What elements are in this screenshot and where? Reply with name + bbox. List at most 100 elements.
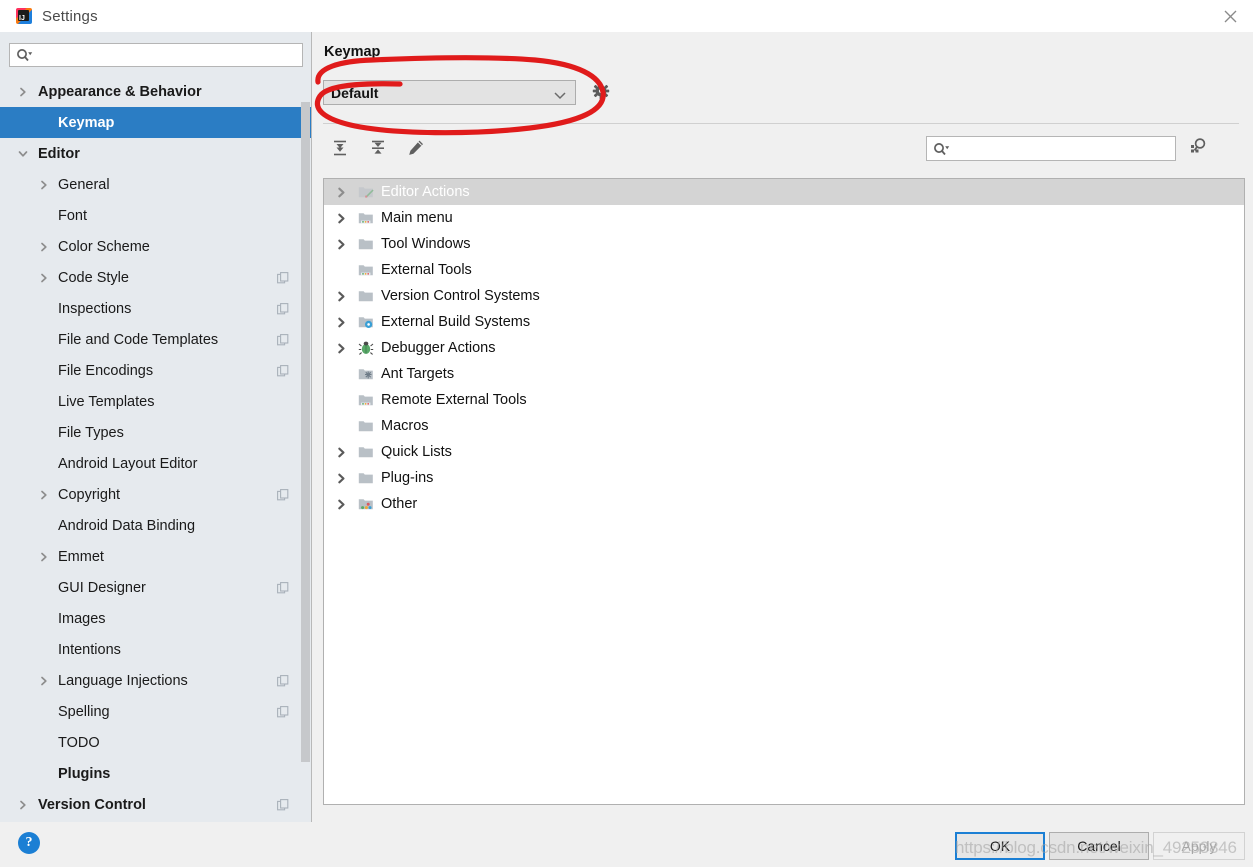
chevron-right-icon[interactable] — [334, 237, 348, 251]
copy-settings-icon[interactable] — [277, 488, 289, 501]
keymap-settings-gear-button[interactable] — [590, 82, 612, 104]
edit-shortcut-button[interactable] — [403, 137, 429, 163]
chevron-right-icon[interactable] — [334, 289, 348, 303]
sidebar-item-general[interactable]: General — [0, 169, 311, 200]
keymap-toolbar — [327, 135, 429, 165]
chevron-down-icon[interactable] — [16, 147, 30, 161]
sidebar-scrollbar[interactable] — [301, 76, 310, 822]
sidebar-item-emmet[interactable]: Emmet — [0, 541, 311, 572]
sidebar-item-images[interactable]: Images — [0, 603, 311, 634]
sidebar-item-code-style[interactable]: Code Style — [0, 262, 311, 293]
tree-row[interactable]: Remote External Tools — [324, 387, 1244, 413]
sidebar-item-live-templates[interactable]: Live Templates — [0, 386, 311, 417]
sidebar-search-input[interactable] — [33, 45, 302, 65]
chevron-right-icon[interactable] — [37, 674, 51, 688]
sidebar-search-field[interactable] — [9, 43, 303, 67]
chevron-right-icon[interactable] — [37, 488, 51, 502]
tree-row[interactable]: Version Control Systems — [324, 283, 1244, 309]
keymap-profile-value: Default — [331, 84, 379, 101]
chevron-right-icon[interactable] — [334, 315, 348, 329]
sidebar-item-file-encodings[interactable]: File Encodings — [0, 355, 311, 386]
chevron-right-icon[interactable] — [37, 240, 51, 254]
sidebar-item-inspections[interactable]: Inspections — [0, 293, 311, 324]
chevron-right-icon[interactable] — [37, 550, 51, 564]
folder-editor-icon — [358, 184, 374, 200]
sidebar-item-label: Android Layout Editor — [58, 455, 198, 472]
sidebar-item-spelling[interactable]: Spelling — [0, 696, 311, 727]
chevron-right-icon[interactable] — [16, 85, 30, 99]
cancel-button[interactable]: Cancel — [1049, 832, 1149, 860]
sidebar-item-editor[interactable]: Editor — [0, 138, 311, 169]
expand-all-button[interactable] — [327, 137, 353, 163]
sidebar-item-label: Live Templates — [58, 393, 155, 410]
folder-icon — [358, 444, 374, 460]
sidebar-item-language-injections[interactable]: Language Injections — [0, 665, 311, 696]
sidebar-item-file-types[interactable]: File Types — [0, 417, 311, 448]
tree-row[interactable]: Quick Lists — [324, 439, 1244, 465]
sidebar-item-color-scheme[interactable]: Color Scheme — [0, 231, 311, 262]
tree-row[interactable]: Other — [324, 491, 1244, 517]
help-button[interactable]: ? — [18, 832, 40, 854]
tree-row[interactable]: Ant Targets — [324, 361, 1244, 387]
close-icon[interactable] — [1207, 0, 1253, 32]
tree-row[interactable]: Debugger Actions — [324, 335, 1244, 361]
copy-settings-icon[interactable] — [277, 364, 289, 377]
sidebar-item-label: Plugins — [58, 765, 111, 782]
sidebar-item-plugins[interactable]: Plugins — [0, 758, 311, 789]
sidebar-item-android-data-binding[interactable]: Android Data Binding — [0, 510, 311, 541]
chevron-down-icon — [553, 87, 567, 105]
keymap-action-tree: Editor Actions Main menu Tool Windows Exter… — [323, 178, 1245, 805]
chevron-right-icon[interactable] — [334, 185, 348, 199]
sidebar-item-android-layout-editor[interactable]: Android Layout Editor — [0, 448, 311, 479]
tree-row[interactable]: Plug-ins — [324, 465, 1244, 491]
keymap-search-field[interactable] — [926, 136, 1176, 161]
tree-row[interactable]: Main menu — [324, 205, 1244, 231]
sidebar-item-label: Editor — [38, 145, 80, 162]
keymap-search-input[interactable] — [950, 138, 1175, 159]
chevron-right-icon[interactable] — [334, 341, 348, 355]
tree-row[interactable]: Macros — [324, 413, 1244, 439]
chevron-right-icon[interactable] — [37, 271, 51, 285]
tree-row-label: Remote External Tools — [381, 392, 527, 408]
copy-settings-icon[interactable] — [277, 581, 289, 594]
sidebar-item-version-control[interactable]: Version Control — [0, 789, 311, 820]
sidebar-item-gui-designer[interactable]: GUI Designer — [0, 572, 311, 603]
keymap-profile-select[interactable]: Default — [323, 80, 576, 105]
chevron-right-icon[interactable] — [37, 178, 51, 192]
sidebar-item-copyright[interactable]: Copyright — [0, 479, 311, 510]
sidebar-item-intentions[interactable]: Intentions — [0, 634, 311, 665]
chevron-right-icon[interactable] — [334, 211, 348, 225]
sidebar-item-label: Intentions — [58, 641, 121, 658]
ok-button[interactable]: OK — [955, 832, 1045, 860]
tree-row[interactable]: Tool Windows — [324, 231, 1244, 257]
sidebar-item-todo[interactable]: TODO — [0, 727, 311, 758]
chevron-right-icon[interactable] — [334, 471, 348, 485]
tree-row[interactable]: External Build Systems — [324, 309, 1244, 335]
apply-button[interactable]: Apply — [1153, 832, 1245, 860]
sidebar-item-appearance-behavior[interactable]: Appearance & Behavior — [0, 76, 311, 107]
copy-settings-icon[interactable] — [277, 798, 289, 811]
sidebar-item-label: Version Control — [38, 796, 146, 813]
copy-settings-icon[interactable] — [277, 705, 289, 718]
collapse-all-button[interactable] — [365, 137, 391, 163]
copy-settings-icon[interactable] — [277, 333, 289, 346]
sidebar-item-label: File Types — [58, 424, 124, 441]
sidebar-item-file-and-code-templates[interactable]: File and Code Templates — [0, 324, 311, 355]
sidebar-item-label: Color Scheme — [58, 238, 150, 255]
chevron-right-icon[interactable] — [16, 798, 30, 812]
copy-settings-icon[interactable] — [277, 674, 289, 687]
chevron-right-icon[interactable] — [334, 445, 348, 459]
tree-row[interactable]: Editor Actions — [324, 179, 1244, 205]
gear-icon — [592, 82, 610, 105]
tree-row-label: Quick Lists — [381, 444, 452, 460]
sidebar-scrollbar-thumb[interactable] — [301, 102, 310, 762]
sidebar-item-font[interactable]: Font — [0, 200, 311, 231]
copy-settings-icon[interactable] — [277, 271, 289, 284]
sidebar-item-keymap[interactable]: Keymap — [0, 107, 311, 138]
chevron-right-icon[interactable] — [334, 497, 348, 511]
find-by-shortcut-button[interactable] — [1186, 136, 1210, 160]
folder-dots-icon — [358, 496, 374, 512]
copy-settings-icon[interactable] — [277, 302, 289, 315]
sidebar-item-label: Inspections — [58, 300, 132, 317]
tree-row[interactable]: External Tools — [324, 257, 1244, 283]
